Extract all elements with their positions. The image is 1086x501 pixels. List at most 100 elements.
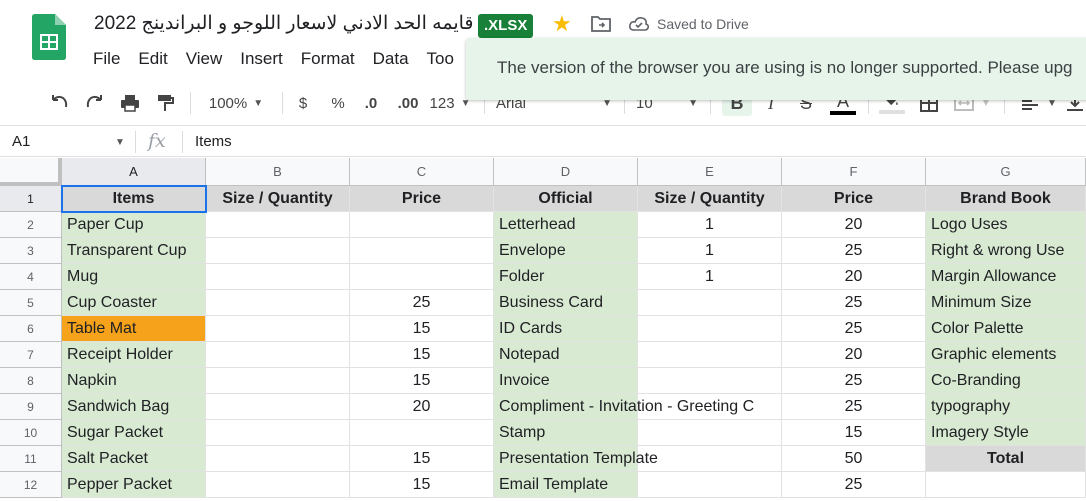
increase-decimal-button[interactable]: .00 xyxy=(394,90,422,116)
brand-book-cell[interactable]: Right & wrong Use xyxy=(926,238,1086,264)
item-price-cell[interactable]: 20 xyxy=(350,394,494,420)
official-price-cell[interactable]: 50 xyxy=(782,446,926,472)
formula-input[interactable]: Items xyxy=(195,133,232,150)
official-qty-cell[interactable] xyxy=(638,420,782,446)
cell[interactable] xyxy=(206,316,350,342)
undo-button[interactable] xyxy=(46,90,72,116)
official-cell[interactable]: Presentation Template xyxy=(494,446,658,472)
official-qty-cell[interactable]: 1 xyxy=(638,238,782,264)
cell[interactable] xyxy=(206,368,350,394)
official-cell[interactable]: Stamp xyxy=(494,420,638,446)
brand-book-cell[interactable]: Minimum Size xyxy=(926,290,1086,316)
official-cell[interactable]: Compliment - Invitation - Greeting C xyxy=(494,394,754,420)
column-header-e[interactable]: E xyxy=(638,158,782,186)
official-price-cell[interactable]: 20 xyxy=(782,342,926,368)
percent-format-button[interactable]: % xyxy=(327,90,349,116)
item-price-cell[interactable]: 15 xyxy=(350,368,494,394)
item-price-cell[interactable]: 15 xyxy=(350,316,494,342)
column-header-b[interactable]: B xyxy=(206,158,350,186)
item-price-cell[interactable] xyxy=(350,238,494,264)
paint-format-button[interactable] xyxy=(152,90,178,116)
item-cell[interactable]: Sugar Packet xyxy=(62,420,206,446)
official-qty-cell[interactable] xyxy=(638,472,782,498)
currency-format-button[interactable]: $ xyxy=(292,90,314,116)
item-cell[interactable]: Receipt Holder xyxy=(62,342,206,368)
item-cell[interactable]: Napkin xyxy=(62,368,206,394)
brand-book-cell[interactable]: Imagery Style xyxy=(926,420,1086,446)
official-price-cell[interactable]: 25 xyxy=(782,316,926,342)
redo-button[interactable] xyxy=(82,90,108,116)
official-cell[interactable]: ID Cards xyxy=(494,316,638,342)
official-price-cell[interactable]: 25 xyxy=(782,472,926,498)
row-header[interactable]: 8 xyxy=(0,368,62,394)
brand-book-cell[interactable]: Color Palette xyxy=(926,316,1086,342)
item-cell[interactable]: Pepper Packet xyxy=(62,472,206,498)
brand-book-cell[interactable]: Graphic elements xyxy=(926,342,1086,368)
header-cell-e[interactable]: Size / Quantity xyxy=(638,186,782,212)
move-folder-icon[interactable] xyxy=(590,14,612,34)
official-price-cell[interactable]: 25 xyxy=(782,368,926,394)
cell[interactable] xyxy=(206,420,350,446)
item-price-cell[interactable]: 15 xyxy=(350,342,494,368)
item-price-cell[interactable]: 25 xyxy=(350,290,494,316)
official-qty-cell[interactable] xyxy=(638,368,782,394)
row-header[interactable]: 7 xyxy=(0,342,62,368)
official-qty-cell[interactable] xyxy=(638,290,782,316)
item-price-cell[interactable] xyxy=(350,264,494,290)
menu-format[interactable]: Format xyxy=(301,49,355,69)
official-cell[interactable]: Letterhead xyxy=(494,212,638,238)
official-price-cell[interactable]: 20 xyxy=(782,212,926,238)
item-price-cell[interactable] xyxy=(350,212,494,238)
brand-book-cell[interactable]: typography xyxy=(926,394,1086,420)
name-box[interactable]: A1 xyxy=(12,133,30,150)
item-cell[interactable]: Cup Coaster xyxy=(62,290,206,316)
item-cell[interactable]: Paper Cup xyxy=(62,212,206,238)
item-price-cell[interactable] xyxy=(350,420,494,446)
cell[interactable] xyxy=(206,394,350,420)
item-price-cell[interactable]: 15 xyxy=(350,472,494,498)
row-header[interactable]: 3 xyxy=(0,238,62,264)
official-cell[interactable]: Folder xyxy=(494,264,638,290)
brand-book-cell[interactable] xyxy=(926,472,1086,498)
header-cell-c[interactable]: Price xyxy=(350,186,494,212)
row-header[interactable]: 9 xyxy=(0,394,62,420)
cell[interactable] xyxy=(206,238,350,264)
official-qty-cell[interactable]: 1 xyxy=(638,212,782,238)
official-price-cell[interactable]: 25 xyxy=(782,290,926,316)
document-title[interactable]: قايمه الحد الادني لاسعار اللوجو و البران… xyxy=(94,12,473,35)
official-price-cell[interactable]: 15 xyxy=(782,420,926,446)
star-icon[interactable]: ★ xyxy=(552,12,572,36)
cell[interactable] xyxy=(206,264,350,290)
cloud-saved-icon[interactable] xyxy=(628,14,650,34)
official-qty-cell[interactable] xyxy=(638,446,782,472)
official-price-cell[interactable]: 25 xyxy=(782,394,926,420)
column-header-a[interactable]: A xyxy=(62,158,206,186)
decrease-decimal-button[interactable]: .0 xyxy=(358,90,384,116)
official-cell[interactable]: Business Card xyxy=(494,290,638,316)
chevron-down-icon[interactable]: ▼ xyxy=(115,137,125,148)
row-header[interactable]: 4 xyxy=(0,264,62,290)
official-qty-cell[interactable] xyxy=(638,316,782,342)
official-cell[interactable]: Envelope xyxy=(494,238,638,264)
total-cell[interactable]: Total xyxy=(926,446,1086,472)
brand-book-cell[interactable]: Co-Branding xyxy=(926,368,1086,394)
brand-book-cell[interactable]: Margin Allowance xyxy=(926,264,1086,290)
item-cell[interactable]: Salt Packet xyxy=(62,446,206,472)
menu-data[interactable]: Data xyxy=(373,49,409,69)
zoom-select[interactable]: 100% ▼ xyxy=(200,90,272,116)
row-header[interactable]: 11 xyxy=(0,446,62,472)
column-header-c[interactable]: C xyxy=(350,158,494,186)
item-cell[interactable]: Mug xyxy=(62,264,206,290)
official-cell[interactable]: Notepad xyxy=(494,342,638,368)
select-all-corner[interactable] xyxy=(0,158,62,186)
column-header-f[interactable]: F xyxy=(782,158,926,186)
item-cell[interactable]: Sandwich Bag xyxy=(62,394,206,420)
print-button[interactable] xyxy=(117,90,143,116)
column-header-g[interactable]: G xyxy=(926,158,1086,186)
official-price-cell[interactable]: 25 xyxy=(782,238,926,264)
row-header[interactable]: 6 xyxy=(0,316,62,342)
official-qty-cell[interactable] xyxy=(638,394,782,420)
item-price-cell[interactable]: 15 xyxy=(350,446,494,472)
official-price-cell[interactable]: 20 xyxy=(782,264,926,290)
row-header[interactable]: 2 xyxy=(0,212,62,238)
